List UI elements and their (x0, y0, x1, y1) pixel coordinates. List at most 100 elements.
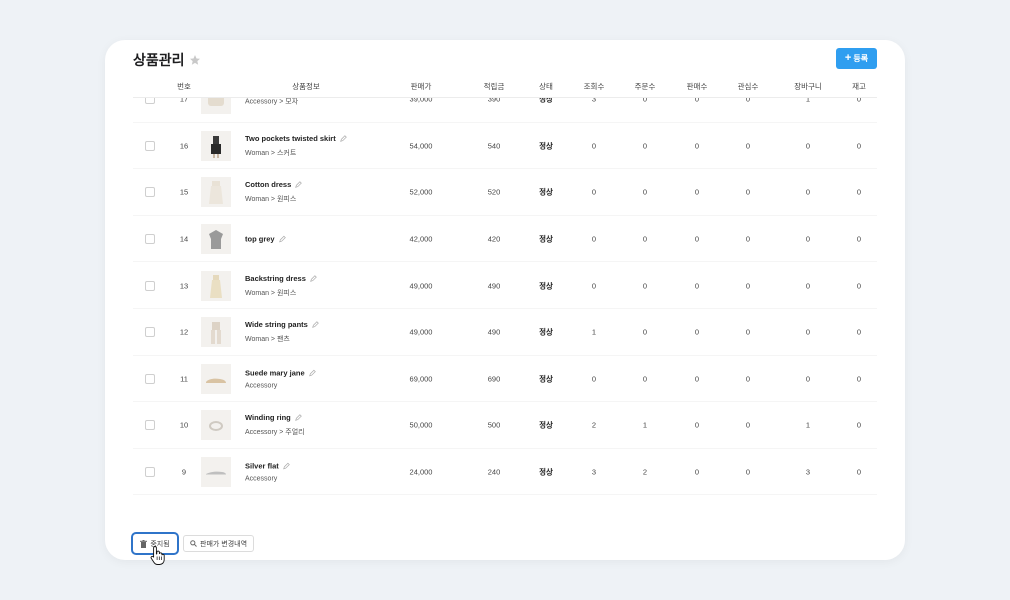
cell-price: 69,000 (409, 374, 433, 384)
pencil-icon[interactable] (310, 274, 317, 282)
table-row[interactable]: Silver flat Accessory 9 24,000 240 정상 3 2 0 0 3 0 (105, 449, 905, 496)
row-checkbox[interactable] (145, 140, 155, 151)
pencil-icon[interactable] (312, 321, 319, 329)
add-product-button[interactable]: + 등록 (836, 48, 877, 69)
page-title: 상품관리 (133, 52, 185, 68)
cell-num: 12 (179, 327, 189, 337)
cell-views: 2 (591, 420, 597, 430)
pencil-icon[interactable] (295, 181, 303, 189)
row-checkbox[interactable] (145, 280, 155, 291)
header-orders: 주문수 (634, 82, 656, 91)
product-name[interactable]: Winding ring (245, 413, 305, 422)
cell-orders: 2 (642, 467, 648, 477)
table-row[interactable]: Suede mary jane Accessory 11 69,000 690 정상 0 0 0… (105, 356, 905, 403)
price-history-label: 판매가 변경내역 (200, 540, 248, 548)
row-checkbox[interactable] (145, 467, 155, 478)
product-name[interactable]: Silver flat (245, 462, 290, 471)
product-category: Woman > 스커트 (245, 149, 297, 157)
table-row[interactable]: Cotton dress Woman > 원피스 15 52,000 520 정상 0 0 0 0… (105, 169, 905, 216)
product-name[interactable]: Two pockets twisted skirt (245, 134, 347, 143)
cell-interest: 0 (745, 234, 751, 244)
pencil-icon[interactable] (278, 235, 286, 243)
row-checkbox[interactable] (145, 98, 155, 105)
product-thumbnail[interactable] (201, 270, 231, 301)
cell-price: 49,000 (409, 327, 433, 337)
cell-stock: 0 (856, 374, 862, 384)
cell-num: 11 (180, 374, 188, 384)
header-stock: 재고 (852, 82, 866, 91)
row-checkbox[interactable] (145, 373, 155, 384)
cell-points: 240 (487, 467, 501, 477)
product-thumbnail[interactable] (201, 130, 231, 161)
product-thumbnail[interactable] (201, 457, 231, 488)
cell-cart: 0 (805, 327, 811, 337)
product-name[interactable]: top grey (245, 235, 286, 244)
pencil-icon[interactable] (339, 135, 347, 142)
product-category: Accessory (245, 382, 278, 390)
price-history-button[interactable]: 판매가 변경내역 (183, 535, 255, 552)
product-name[interactable]: Cotton dress (245, 180, 303, 189)
pencil-icon[interactable] (294, 414, 302, 422)
product-name-text: Suede mary jane (245, 368, 305, 378)
product-name[interactable]: Wide string pants (245, 320, 319, 329)
product-category: Woman > 원피스 (245, 289, 297, 297)
cell-views: 0 (591, 281, 597, 291)
pencil-icon[interactable] (282, 462, 290, 470)
table-row[interactable]: Two pockets twisted skirt Woman > 스커트 16 54… (105, 123, 905, 170)
product-name[interactable]: Suede mary jane (245, 368, 316, 377)
cell-sales: 0 (694, 141, 700, 151)
cell-cart: 3 (805, 467, 811, 477)
cell-stock: 0 (856, 141, 862, 151)
cell-cart: 0 (805, 281, 811, 291)
product-info: Cotton dress Woman > 원피스 (245, 180, 303, 204)
cell-price: 54,000 (409, 141, 433, 151)
row-checkbox[interactable] (145, 234, 155, 245)
cell-num: 15 (179, 187, 189, 197)
cell-stock: 0 (856, 98, 862, 104)
cell-status: 정상 (539, 467, 553, 477)
product-name-text: top grey (245, 234, 275, 244)
cell-status: 정상 (539, 374, 553, 384)
product-name-text: Backstring dress (245, 273, 306, 283)
cell-interest: 0 (745, 467, 751, 477)
product-category: Woman > 원피스 (245, 196, 297, 204)
product-thumbnail[interactable] (201, 177, 231, 208)
cell-sales: 0 (694, 234, 700, 244)
product-info: Backstring dress Woman > 원피스 (245, 274, 317, 298)
table-row[interactable]: Backstring dress Woman > 원피스 13 49,000 490 정상… (105, 262, 905, 309)
product-name[interactable]: Backstring dress (245, 274, 317, 283)
cell-points: 490 (487, 327, 501, 337)
cell-orders: 0 (642, 374, 648, 384)
table-body[interactable]: Accessory > 모자 17 39,000 390 정상 3 0 0 0 1 0 Two poc… (105, 98, 905, 508)
table-row[interactable]: top grey 14 42,000 420 정상 0 0 0 0 0 0 (105, 216, 905, 263)
cell-interest: 0 (745, 374, 751, 384)
table-row[interactable]: Winding ring Accessory > 주얼리 10 50,000 500 정상… (105, 402, 905, 449)
cell-num: 10 (179, 420, 189, 430)
cell-stock: 0 (856, 467, 862, 477)
header-num: 번호 (177, 82, 191, 91)
cell-views: 3 (591, 467, 597, 477)
cell-interest: 0 (745, 281, 751, 291)
cell-cart: 0 (805, 187, 811, 197)
product-thumbnail[interactable] (201, 98, 231, 115)
product-management-card: 상품관리 + 등록 번호 상품정보 판매가 적립금 상태 조회수 주문수 판매수… (105, 40, 905, 560)
product-thumbnail[interactable] (201, 363, 231, 394)
table-row[interactable]: Wide string pants Woman > 팬츠 12 49,000 490 정상… (105, 309, 905, 356)
star-icon[interactable] (189, 54, 201, 66)
product-thumbnail[interactable] (201, 410, 231, 441)
pencil-icon[interactable] (308, 369, 316, 377)
product-thumbnail[interactable] (201, 224, 231, 255)
cell-cart: 0 (805, 141, 811, 151)
row-checkbox[interactable] (145, 420, 155, 431)
cell-orders: 0 (642, 327, 648, 337)
table-row[interactable]: Accessory > 모자 17 39,000 390 정상 3 0 0 0 1 0 (105, 98, 905, 123)
row-checkbox[interactable] (145, 187, 155, 198)
row-divider (133, 494, 877, 496)
row-checkbox[interactable] (145, 327, 155, 338)
header-interest: 관심수 (737, 82, 759, 91)
product-info: top grey (245, 235, 286, 244)
cell-points: 420 (487, 234, 501, 244)
cell-status: 정상 (539, 281, 553, 291)
product-thumbnail[interactable] (201, 317, 231, 348)
cell-num: 9 (181, 467, 187, 477)
